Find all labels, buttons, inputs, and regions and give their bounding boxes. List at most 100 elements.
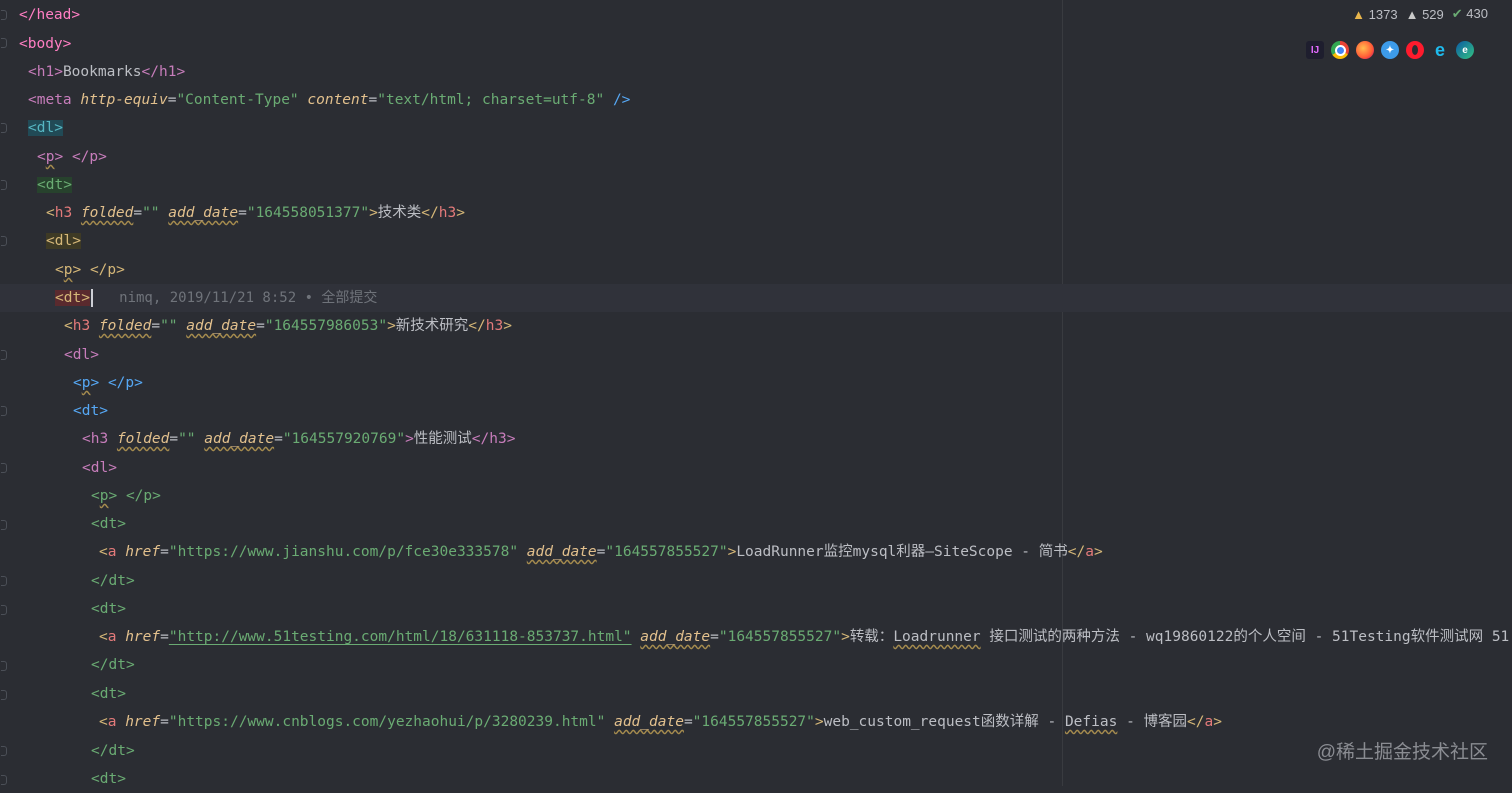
code-line-24[interactable]: </dt>: [91, 651, 1512, 679]
git-blame-annotation[interactable]: nimq, 2019/11/21 8:52 • 全部提交: [119, 290, 377, 306]
fold-marker-icon[interactable]: [1, 746, 7, 756]
firefox-icon[interactable]: [1356, 41, 1374, 59]
text-caret: [90, 289, 93, 307]
code-line-4[interactable]: <meta http-equiv="Content-Type" content=…: [28, 86, 1512, 114]
attr-name: folded: [80, 205, 134, 221]
code-line-13[interactable]: <dl>: [64, 341, 1512, 369]
fold-marker-icon[interactable]: [1, 690, 7, 700]
tag-name: a: [107, 544, 117, 560]
attr-value[interactable]: "https://www.jianshu.com/p/fce30e333578": [169, 544, 518, 560]
typos-indicator[interactable]: ✔ 430: [1452, 6, 1488, 22]
code-line-27[interactable]: </dt>: [91, 737, 1512, 765]
fold-marker-icon[interactable]: [1, 661, 7, 671]
attr-value: "": [142, 205, 160, 221]
fold-gutter[interactable]: [0, 0, 9, 786]
code-line-11[interactable]: <dt> nimq, 2019/11/21 8:52 • 全部提交: [0, 284, 1512, 312]
fold-marker-icon[interactable]: [1, 520, 7, 530]
chrome-icon[interactable]: [1331, 41, 1349, 59]
attr-name: add_date: [614, 714, 684, 730]
attr-name: add_date: [186, 318, 257, 334]
code-line-2[interactable]: <body>: [19, 30, 1512, 58]
attr-value: "164557855527": [718, 629, 842, 645]
warnings-indicator[interactable]: ▲ 1373: [1352, 7, 1397, 22]
code-line-12[interactable]: <h3 folded="" add_date="164557986053">新技…: [64, 312, 1512, 340]
fold-marker-icon[interactable]: [1, 38, 7, 48]
attr-value: "164557855527": [605, 544, 728, 560]
attr-name: href: [125, 544, 161, 560]
code-line-8[interactable]: <h3 folded="" add_date="164558051377">技术…: [46, 199, 1512, 227]
attr-value: "Content-Type": [176, 92, 299, 108]
tag-name: h3: [90, 431, 109, 447]
code-line-22[interactable]: <dt>: [91, 595, 1512, 623]
safari-icon[interactable]: ✦: [1381, 41, 1399, 59]
tag-name: dt: [108, 657, 126, 673]
code-line-5[interactable]: <dl>: [28, 114, 1512, 142]
code-line-17[interactable]: <dl>: [82, 454, 1512, 482]
fold-marker-icon[interactable]: [1, 10, 7, 20]
tag-name: h3: [438, 205, 457, 221]
code-line-26[interactable]: <a href="https://www.cnblogs.com/yezhaoh…: [99, 708, 1512, 736]
fold-marker-icon[interactable]: [1, 123, 7, 133]
fold-marker-icon[interactable]: [1, 605, 7, 615]
tag-text: Loadrunner: [893, 629, 981, 645]
code-line-9[interactable]: <dl>: [46, 227, 1512, 255]
fold-marker-icon[interactable]: [1, 775, 7, 785]
attr-value[interactable]: "https://www.cnblogs.com/yezhaohui/p/328…: [169, 714, 606, 730]
tag-name: dl: [54, 233, 73, 249]
attr-name: add_date: [640, 629, 711, 645]
code-line-1[interactable]: </head>: [19, 1, 1512, 29]
attr-value[interactable]: "http://www.51testing.com/html/18/631118…: [169, 629, 632, 645]
attr-name: href: [125, 714, 161, 730]
fold-marker-icon[interactable]: [1, 236, 7, 246]
tag-name: h3: [485, 318, 504, 334]
weak-warnings-indicator[interactable]: ▲ 529: [1406, 7, 1444, 22]
tag-name: dl: [72, 347, 91, 363]
tag-name: dt: [99, 516, 118, 532]
tag-name: a: [107, 714, 117, 730]
fold-marker-icon[interactable]: [1, 180, 7, 190]
weak-warning-icon: ▲: [1405, 6, 1419, 22]
tag-name: dt: [99, 601, 118, 617]
code-line-21[interactable]: </dt>: [91, 567, 1512, 595]
code-line-28[interactable]: <dt>: [91, 765, 1512, 793]
tag-name: p: [107, 262, 117, 278]
tag-name: dt: [108, 743, 126, 759]
code-line-6[interactable]: <p> </p>: [37, 143, 1512, 171]
tag-name: dt: [99, 686, 118, 702]
code-line-7[interactable]: <dt>: [37, 171, 1512, 199]
tag-text: 接口测试的两种方法 - wq19860122的个人空间 - 51Testing软…: [980, 629, 1510, 645]
tag-name: dt: [108, 573, 126, 589]
code-line-15[interactable]: <dt>: [73, 397, 1512, 425]
code-line-14[interactable]: <p> </p>: [73, 369, 1512, 397]
tag-name: h3: [489, 431, 507, 447]
code-line-20[interactable]: <a href="https://www.jianshu.com/p/fce30…: [99, 538, 1512, 566]
code-line-3[interactable]: <h1>Bookmarks</h1>: [28, 58, 1512, 86]
code-line-25[interactable]: <dt>: [91, 680, 1512, 708]
code-line-18[interactable]: <p> </p>: [91, 482, 1512, 510]
tag-name: dt: [99, 771, 118, 787]
intellij-icon[interactable]: IJ: [1306, 41, 1324, 59]
tag-text: 性能测试: [413, 431, 472, 447]
opera-icon[interactable]: [1406, 41, 1424, 59]
attr-name: href: [125, 629, 161, 645]
warning-icon: ▲: [1352, 6, 1366, 22]
attr-value: "text/html; charset=utf-8": [377, 92, 605, 108]
code-line-19[interactable]: <dt>: [91, 510, 1512, 538]
tag-name: a: [107, 629, 117, 645]
tag-name: dl: [36, 120, 55, 136]
edge-icon[interactable]: e: [1456, 41, 1474, 59]
tag-name: a: [1204, 714, 1214, 730]
tag-text: 新技术研究: [395, 318, 469, 334]
tag-name: h1: [36, 64, 55, 80]
inspection-widget[interactable]: ▲ 1373 ▲ 529 ✔ 430: [1352, 6, 1488, 22]
fold-marker-icon[interactable]: [1, 406, 7, 416]
ie-icon[interactable]: e: [1431, 40, 1449, 60]
attr-name: content: [307, 92, 369, 108]
fold-marker-icon[interactable]: [1, 350, 7, 360]
code-line-16[interactable]: <h3 folded="" add_date="164557920769">性能…: [82, 425, 1512, 453]
code-line-23[interactable]: <a href="http://www.51testing.com/html/1…: [99, 623, 1512, 651]
code-line-10[interactable]: <p> </p>: [55, 256, 1512, 284]
tag-name: dt: [81, 403, 100, 419]
fold-marker-icon[interactable]: [1, 576, 7, 586]
fold-marker-icon[interactable]: [1, 463, 7, 473]
